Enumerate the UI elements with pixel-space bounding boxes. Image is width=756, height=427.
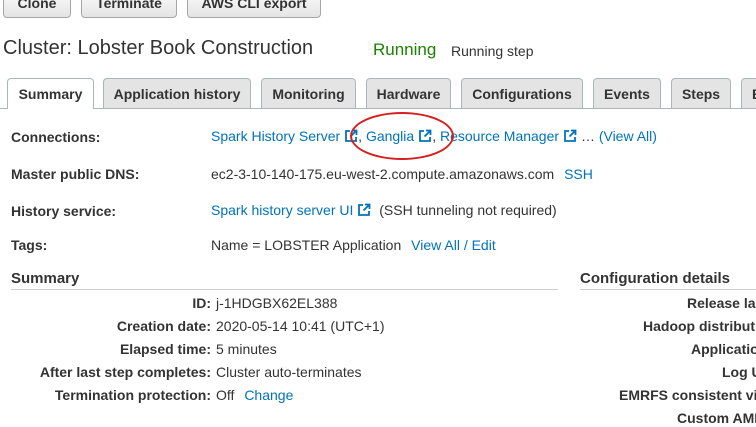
- tags-text: Name = LOBSTER Application: [211, 237, 402, 253]
- page-title: Cluster: Lobster Book Construction: [3, 37, 314, 59]
- history-service-label: History service:: [11, 203, 117, 219]
- tab-hardware[interactable]: Hardware: [366, 78, 451, 108]
- summary-heading: Summary: [11, 270, 558, 290]
- emrfs-consistent-view-label-partial: EMRFS consistent vi: [619, 387, 756, 403]
- after-last-step-label: After last step completes:: [39, 364, 211, 380]
- tab-bar: Summary Application history Monitoring H…: [0, 78, 756, 109]
- resource-manager-link[interactable]: Resource Manager: [440, 128, 559, 144]
- ssh-tunnel-note: (SSH tunneling not required): [379, 202, 557, 218]
- release-label-partial: Release la: [687, 295, 756, 311]
- terminate-button[interactable]: Terminate: [81, 0, 177, 18]
- spark-history-server-link[interactable]: Spark History Server: [211, 128, 340, 144]
- tags-label: Tags:: [11, 237, 48, 253]
- aws-cli-export-button[interactable]: AWS CLI export: [187, 0, 321, 18]
- status-detail: Running step: [451, 43, 534, 59]
- ssh-link[interactable]: SSH: [564, 166, 593, 182]
- termination-protection-value: Off Change: [216, 387, 293, 403]
- ellipsis: …: [580, 128, 595, 144]
- tab-configurations[interactable]: Configurations: [461, 78, 583, 108]
- hadoop-distribution-label-partial: Hadoop distribut: [643, 318, 755, 334]
- id-label: ID:: [192, 295, 211, 311]
- configuration-details-heading: Configuration details: [580, 270, 756, 290]
- history-service-value: Spark history server UI (SSH tunneling n…: [211, 202, 557, 218]
- creation-date-label: Creation date:: [116, 318, 211, 334]
- creation-date-value: 2020-05-14 10:41 (UTC+1): [216, 318, 385, 334]
- termination-protection-label: Termination protection:: [54, 387, 211, 403]
- external-link-icon[interactable]: [563, 129, 577, 143]
- status-badge: Running: [373, 40, 437, 59]
- master-dns-value: ec2-3-10-140-175.eu-west-2.compute.amazo…: [211, 166, 593, 182]
- clone-button[interactable]: Clone: [3, 0, 71, 18]
- elapsed-time-value: 5 minutes: [216, 341, 277, 357]
- elapsed-time-label: Elapsed time:: [119, 341, 211, 357]
- tab-bootstrap-partial[interactable]: B: [741, 78, 756, 108]
- custom-ami-label-partial: Custom AMI: [677, 410, 756, 426]
- spark-history-ui-link[interactable]: Spark history server UI: [211, 202, 353, 218]
- master-dns-label: Master public DNS:: [11, 166, 140, 182]
- tab-application-history[interactable]: Application history: [103, 78, 251, 108]
- tab-steps[interactable]: Steps: [671, 78, 731, 108]
- tags-value: Name = LOBSTER Application View All / Ed…: [211, 237, 496, 253]
- termination-protection-state: Off: [216, 387, 235, 403]
- tab-monitoring[interactable]: Monitoring: [261, 78, 356, 108]
- log-uri-label-partial: Log U: [722, 364, 756, 380]
- applications-label-partial: Applicatio: [691, 341, 756, 357]
- master-dns-text: ec2-3-10-140-175.eu-west-2.compute.amazo…: [211, 166, 555, 182]
- id-value: j-1HDGBX62EL388: [216, 295, 338, 311]
- after-last-step-value: Cluster auto-terminates: [216, 364, 362, 380]
- change-termination-link[interactable]: Change: [244, 387, 293, 403]
- view-all-link[interactable]: (View All): [599, 128, 657, 144]
- tab-summary[interactable]: Summary: [7, 78, 94, 109]
- tab-events[interactable]: Events: [593, 78, 661, 108]
- annotation-circle: [350, 112, 454, 160]
- connections-label: Connections:: [11, 129, 101, 145]
- external-link-icon[interactable]: [357, 203, 371, 217]
- tags-edit-link[interactable]: View All / Edit: [411, 237, 496, 253]
